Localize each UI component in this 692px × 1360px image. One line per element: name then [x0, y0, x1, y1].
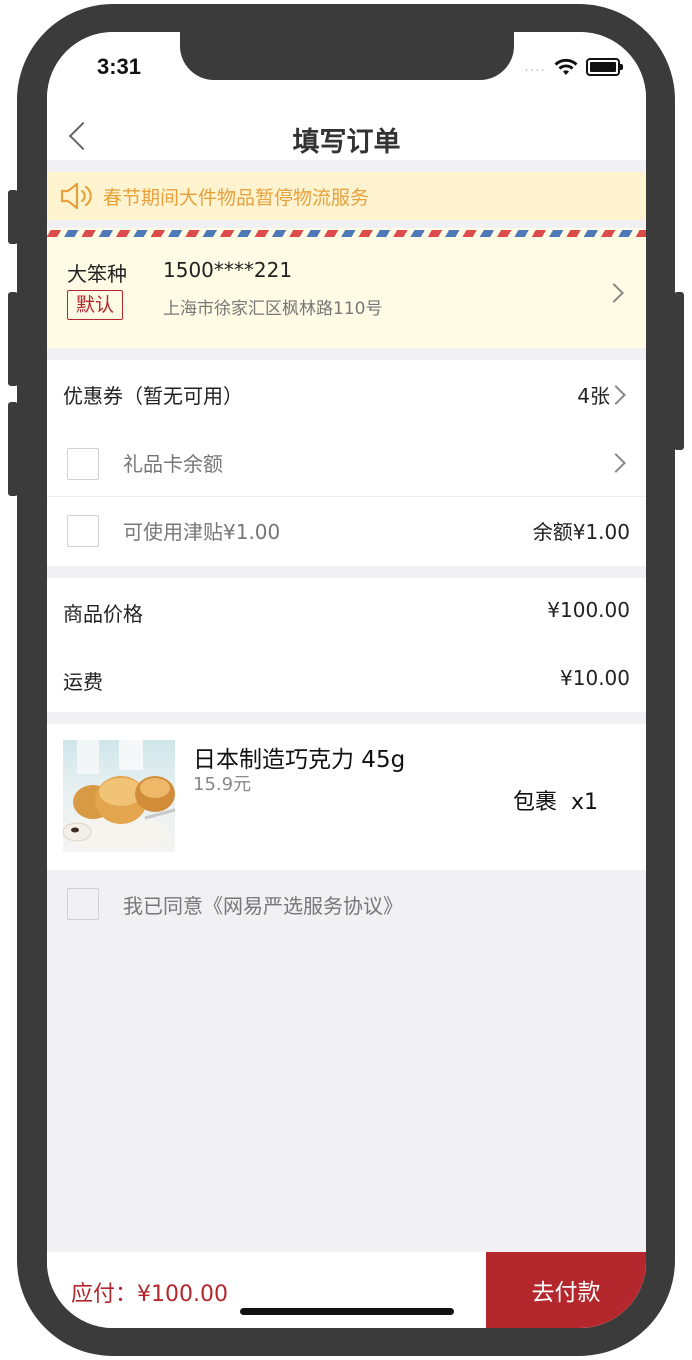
product-name: 日本制造巧克力 45g	[193, 747, 406, 773]
mute-switch	[8, 190, 18, 244]
notice-bar: 春节期间大件物品暂停物流服务	[47, 172, 646, 220]
status-time: 3:31	[97, 54, 142, 79]
address-name: 大笨种	[67, 262, 127, 286]
volume-down-button	[8, 402, 18, 496]
address-card[interactable]: 大笨种 1500****221 默认 上海市徐家汇区枫林路110号	[47, 240, 646, 348]
agreement-text[interactable]: 我已同意《网易严选服务协议》	[123, 890, 403, 919]
address-phone: 1500****221	[163, 258, 293, 282]
price-section: 商品价格 ¥100.00 运费 ¥10.00	[47, 578, 646, 712]
notice-text: 春节期间大件物品暂停物流服务	[103, 186, 370, 209]
package-quantity: 包裹 x1	[513, 790, 599, 815]
home-indicator[interactable]	[240, 1308, 454, 1315]
allowance-checkbox[interactable]	[67, 515, 99, 547]
wifi-icon	[554, 58, 578, 75]
agreement-checkbox[interactable]	[67, 888, 99, 920]
payable-amount: 应付：¥100.00	[71, 1282, 228, 1307]
chevron-right-icon	[604, 283, 624, 303]
default-badge: 默认	[67, 290, 124, 320]
power-button	[674, 292, 684, 450]
app-screen: 3:31 .... 填写订单 春节期间大件物品暂停物流服务 大笨种 1500**…	[47, 32, 646, 1328]
page-title: 填写订单	[292, 127, 401, 158]
gift-card-label: 礼品卡余额	[123, 452, 223, 476]
bottom-bar: 应付：¥100.00 去付款	[47, 1252, 646, 1328]
product-price: 15.9元	[193, 774, 252, 795]
shipping-value: ¥10.00	[560, 666, 630, 690]
agreement-row[interactable]: 我已同意《网易严选服务协议》	[47, 870, 646, 936]
coupon-row[interactable]: 优惠券（暂无可用） 4张	[47, 360, 646, 428]
nav-bar: 填写订单	[47, 108, 646, 160]
chevron-right-icon	[606, 453, 626, 473]
goods-price-value: ¥100.00	[547, 598, 630, 622]
address-detail: 上海市徐家汇区枫林路110号	[163, 299, 383, 319]
gift-card-checkbox[interactable]	[67, 448, 99, 480]
speaker-icon	[60, 182, 92, 210]
airmail-stripe	[47, 230, 646, 237]
goods-price-label: 商品价格	[63, 602, 143, 626]
status-icons: ....	[524, 58, 623, 76]
battery-icon	[586, 58, 623, 76]
discount-section: 优惠券（暂无可用） 4张 礼品卡余额 可使用津贴¥1.00 余额¥1.00	[47, 360, 646, 566]
allowance-balance: 余额¥1.00	[532, 520, 630, 544]
product-image	[63, 740, 175, 852]
shipping-label: 运费	[63, 670, 103, 694]
allowance-label: 可使用津贴¥1.00	[123, 520, 281, 544]
notch	[180, 32, 514, 80]
allowance-row[interactable]: 可使用津贴¥1.00 余额¥1.00	[47, 497, 646, 565]
coupon-label: 优惠券（暂无可用）	[63, 384, 243, 408]
signal-icon: ....	[524, 59, 546, 75]
product-item[interactable]: 日本制造巧克力 45g 15.9元 包裹 x1	[47, 724, 646, 870]
pay-button[interactable]: 去付款	[486, 1252, 646, 1328]
gift-card-row[interactable]: 礼品卡余额	[47, 428, 646, 496]
volume-up-button	[8, 292, 18, 386]
